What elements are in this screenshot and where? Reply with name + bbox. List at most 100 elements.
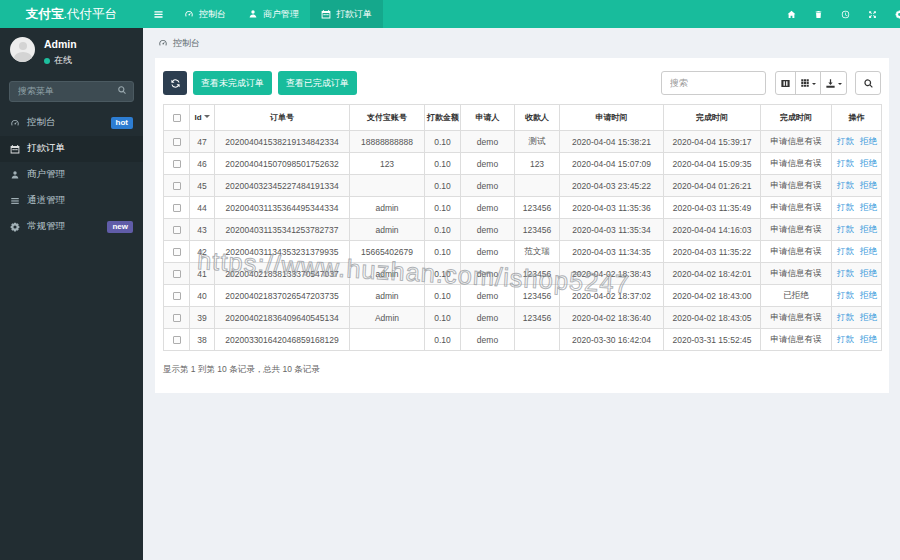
row-checkbox[interactable] <box>173 270 181 278</box>
reject-link[interactable]: 拒绝 <box>860 290 877 300</box>
pay-link[interactable]: 打款 <box>837 180 854 190</box>
cell-applicant: demo <box>461 131 515 153</box>
row-checkbox[interactable] <box>173 226 181 234</box>
search-icon <box>117 85 127 95</box>
reject-link[interactable]: 拒绝 <box>860 180 877 190</box>
view-unfinished-button[interactable]: 查看未完成订单 <box>193 71 272 95</box>
column-header[interactable]: 支付宝账号 <box>350 105 425 131</box>
cell-status: 申请信息有误 <box>761 241 832 263</box>
row-checkbox[interactable] <box>173 204 181 212</box>
pay-link[interactable]: 打款 <box>837 312 854 322</box>
table-search-input[interactable] <box>661 71 766 95</box>
column-header[interactable]: Id <box>190 105 215 131</box>
pagination-toggle-button[interactable] <box>775 71 796 95</box>
column-header[interactable]: 收款人 <box>515 105 560 131</box>
sidebar-item-2[interactable]: 打款订单 <box>0 136 143 162</box>
avatar <box>10 37 35 62</box>
cell-finish-time: 2020-04-04 01:26:21 <box>664 175 761 197</box>
cell-id: 42 <box>190 241 215 263</box>
nav-tab-2[interactable]: 商户管理 <box>237 0 310 28</box>
cell-apply-time: 2020-04-03 11:35:36 <box>560 197 664 219</box>
reject-link[interactable]: 拒绝 <box>860 224 877 234</box>
table-row: 42202004031134353231379935156654026790.1… <box>164 241 882 263</box>
cell-payee <box>515 175 560 197</box>
trash-button[interactable] <box>805 0 832 28</box>
search-button[interactable] <box>855 71 881 95</box>
pay-link[interactable]: 打款 <box>837 246 854 256</box>
reject-link[interactable]: 拒绝 <box>860 136 877 146</box>
cell-apply-time: 2020-04-04 15:38:21 <box>560 131 664 153</box>
sidebar-item-5[interactable]: 常规管理new <box>0 214 143 240</box>
row-checkbox[interactable] <box>173 292 181 300</box>
column-header[interactable]: 打款金额 <box>425 105 461 131</box>
column-header[interactable]: 完成时间 <box>664 105 761 131</box>
pay-link[interactable]: 打款 <box>837 224 854 234</box>
table-row: 47202004041538219134842334188888888880.1… <box>164 131 882 153</box>
pay-link[interactable]: 打款 <box>837 202 854 212</box>
cell-order-no: 202004031135341253782737 <box>215 219 350 241</box>
pay-link[interactable]: 打款 <box>837 334 854 344</box>
cell-finish-time: 2020-04-03 11:35:49 <box>664 197 761 219</box>
cell-payee: 范文瑞 <box>515 241 560 263</box>
clock-button[interactable] <box>832 0 859 28</box>
row-checkbox[interactable] <box>173 248 181 256</box>
cell-actions: 打款拒绝 <box>832 307 882 329</box>
reject-link[interactable]: 拒绝 <box>860 334 877 344</box>
export-button[interactable] <box>820 71 847 95</box>
select-all-checkbox[interactable] <box>173 114 181 122</box>
column-header[interactable]: 订单号 <box>215 105 350 131</box>
breadcrumb-label: 控制台 <box>173 37 200 50</box>
sidebar-item-label: 控制台 <box>27 116 56 129</box>
cell-applicant: demo <box>461 175 515 197</box>
gear-button[interactable] <box>886 0 900 28</box>
dashboard-icon <box>10 118 20 128</box>
sidebar-item-4[interactable]: 通道管理 <box>0 188 143 214</box>
brand[interactable]: 支付宝.代付平台 <box>0 0 143 28</box>
reject-link[interactable]: 拒绝 <box>860 268 877 278</box>
cell-payee: 123456 <box>515 263 560 285</box>
user-status-label: 在线 <box>54 54 72 67</box>
row-checkbox[interactable] <box>173 138 181 146</box>
column-header[interactable]: 操作 <box>832 105 882 131</box>
reject-link[interactable]: 拒绝 <box>860 246 877 256</box>
pay-link[interactable]: 打款 <box>837 136 854 146</box>
user-icon <box>248 9 258 19</box>
cell-actions: 打款拒绝 <box>832 263 882 285</box>
refresh-button[interactable] <box>163 71 187 95</box>
nav-tab-label: 打款订单 <box>336 8 372 21</box>
sidebar-item-3[interactable]: 商户管理 <box>0 162 143 188</box>
refresh-icon <box>170 78 181 89</box>
cell-finish-time: 2020-04-03 11:35:22 <box>664 241 761 263</box>
cell-status: 申请信息有误 <box>761 219 832 241</box>
nav-tab-1[interactable]: 控制台 <box>173 0 237 28</box>
pay-link[interactable]: 打款 <box>837 268 854 278</box>
reject-link[interactable]: 拒绝 <box>860 158 877 168</box>
sidebar-item-1[interactable]: 控制台hot <box>0 110 143 136</box>
cell-status: 申请信息有误 <box>761 197 832 219</box>
reject-link[interactable]: 拒绝 <box>860 312 877 322</box>
view-finished-button[interactable]: 查看已完成订单 <box>278 71 357 95</box>
row-checkbox[interactable] <box>173 182 181 190</box>
column-header[interactable]: 完成时间 <box>761 105 832 131</box>
sidebar-search-input[interactable] <box>9 81 134 102</box>
reject-link[interactable]: 拒绝 <box>860 202 877 212</box>
home-button[interactable] <box>778 0 805 28</box>
card-icon <box>780 78 791 89</box>
table-row: 41202004021838133370547037admin0.10demo1… <box>164 263 882 285</box>
nav-tab-3[interactable]: 打款订单 <box>310 0 383 28</box>
row-checkbox[interactable] <box>173 336 181 344</box>
row-checkbox[interactable] <box>173 160 181 168</box>
pay-link[interactable]: 打款 <box>837 158 854 168</box>
expand-button[interactable] <box>859 0 886 28</box>
table-row: 44202004031135364495344334admin0.10demo1… <box>164 197 882 219</box>
columns-button[interactable] <box>795 71 821 95</box>
row-checkbox[interactable] <box>173 314 181 322</box>
pay-link[interactable]: 打款 <box>837 290 854 300</box>
menu-toggle-button[interactable] <box>143 0 173 28</box>
cell-id: 41 <box>190 263 215 285</box>
column-header[interactable]: 申请时间 <box>560 105 664 131</box>
grid-icon <box>800 78 810 88</box>
brand-bold: 支付宝 <box>26 6 64 23</box>
column-header[interactable]: 申请人 <box>461 105 515 131</box>
cell-amount: 0.10 <box>425 153 461 175</box>
